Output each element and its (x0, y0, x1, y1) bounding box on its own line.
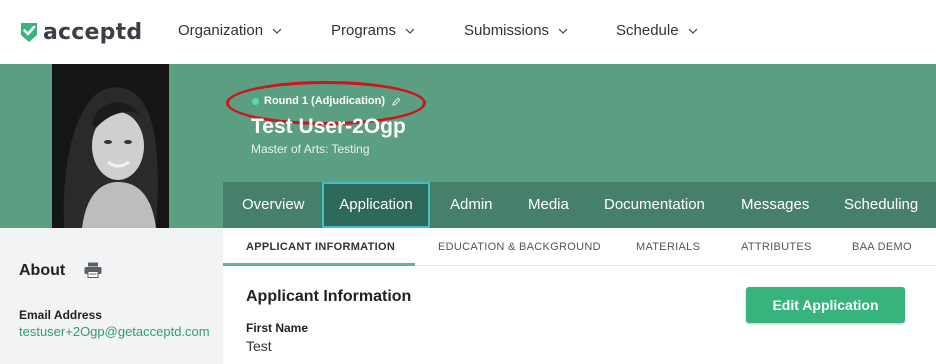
subtab-attributes[interactable]: ATTRIBUTES (741, 241, 812, 253)
about-sidebar (0, 228, 223, 364)
nav-programs[interactable]: Programs (331, 22, 415, 39)
applicant-program: Master of Arts: Testing (251, 142, 370, 156)
subtab-applicant-information[interactable]: APPLICANT INFORMATION (246, 241, 395, 253)
printer-icon[interactable] (84, 262, 102, 278)
tab-admin[interactable]: Admin (450, 182, 493, 228)
chevron-down-icon (688, 28, 697, 34)
chevron-down-icon (558, 28, 568, 34)
acceptd-logo[interactable]: acceptd (19, 18, 142, 46)
applicant-name: Test User-2Ogp (251, 115, 406, 138)
tab-messages[interactable]: Messages (741, 182, 809, 228)
portrait-image (52, 64, 169, 228)
check-mark-logo-icon (21, 23, 37, 42)
edit-application-button[interactable]: Edit Application (746, 287, 905, 323)
about-heading: About (19, 262, 66, 279)
chevron-down-icon (272, 28, 282, 34)
first-name-value: Test (246, 338, 272, 354)
tab-documentation[interactable]: Documentation (604, 182, 705, 228)
email-label: Email Address (19, 308, 102, 322)
nav-schedule-label: Schedule (616, 22, 679, 39)
nav-submissions[interactable]: Submissions (464, 22, 568, 39)
tab-scheduling[interactable]: Scheduling (844, 182, 918, 228)
active-subtab-indicator (223, 263, 415, 266)
nav-schedule[interactable]: Schedule (616, 22, 698, 39)
email-link[interactable]: testuser+2Ogp@getacceptd.com (19, 323, 229, 341)
tab-media[interactable]: Media (528, 182, 569, 228)
subtab-baa-demo[interactable]: BAA DEMO (852, 241, 912, 253)
tab-application[interactable]: Application (322, 182, 430, 228)
sub-tab-bar: APPLICANT INFORMATION EDUCATION & BACKGR… (223, 228, 936, 266)
top-navigation: acceptd Organization Programs Submission… (0, 0, 936, 64)
brand-name: acceptd (43, 19, 143, 45)
nav-programs-label: Programs (331, 22, 397, 39)
applicant-photo (52, 64, 169, 228)
first-name-label: First Name (246, 321, 309, 335)
main-tab-bar: Overview Application Admin Media Documen… (223, 182, 936, 228)
nav-organization-label: Organization (178, 22, 264, 39)
subtab-education-background[interactable]: EDUCATION & BACKGROUND (438, 241, 601, 253)
nav-organization[interactable]: Organization (178, 22, 282, 39)
chevron-down-icon (405, 28, 415, 34)
tab-overview[interactable]: Overview (242, 182, 305, 228)
subtab-materials[interactable]: MATERIALS (636, 241, 700, 253)
section-title: Applicant Information (246, 288, 412, 305)
nav-submissions-label: Submissions (464, 22, 550, 39)
